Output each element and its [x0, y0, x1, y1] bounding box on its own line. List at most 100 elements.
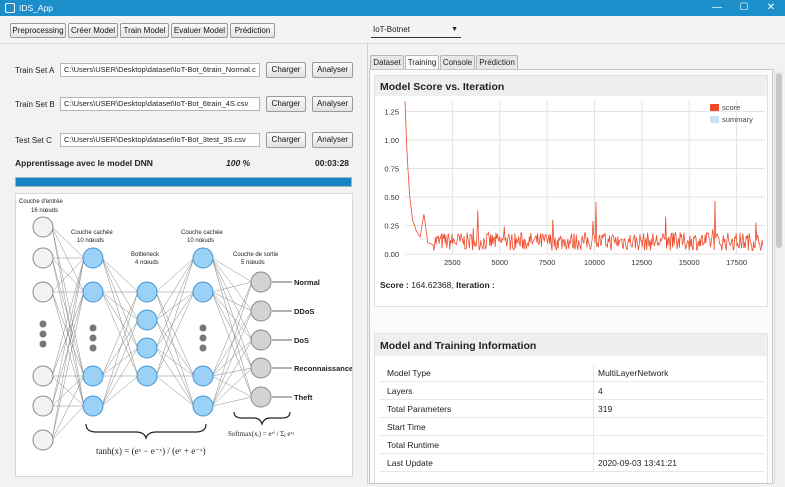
- info-value: MultiLayerNetwork: [598, 368, 669, 378]
- train-a-label: Train Set A: [15, 66, 55, 75]
- hidden2-label: Couche cachée: [181, 230, 223, 236]
- x-tick-label: 2500: [444, 258, 461, 267]
- legend-label: summary: [722, 115, 753, 124]
- ellipsis-dot: [89, 344, 97, 352]
- x-tick-label: 15000: [679, 258, 700, 267]
- pane-scrollbar[interactable]: [774, 69, 783, 484]
- train-model-button[interactable]: Train Model: [120, 23, 169, 38]
- dataset-select-value: IoT-Botnet: [373, 25, 410, 34]
- output-class-label: DoS: [294, 336, 309, 345]
- ellipsis-dot: [89, 324, 97, 332]
- input-nodes-label: 16 nœuds: [31, 208, 58, 214]
- info-table-row: Start Time: [380, 418, 764, 436]
- info-value: 319: [598, 404, 613, 414]
- network-node: [250, 271, 272, 293]
- elapsed-time: 00:03:28: [315, 158, 350, 168]
- network-node: [32, 216, 54, 238]
- analyze-train-a-button[interactable]: Analyser: [312, 62, 353, 78]
- analyze-test-c-button[interactable]: Analyser: [312, 132, 353, 148]
- load-test-c-button[interactable]: Charger: [266, 132, 306, 148]
- hidden2-nodes-label: 10 nœuds: [187, 238, 214, 244]
- network-diagram-svg: Couche d'entrée 16 nœuds Couche cachée 1…: [19, 199, 352, 456]
- x-tick-label: 10000: [584, 258, 605, 267]
- output-nodes-label: 5 nœuds: [241, 260, 265, 266]
- output-class-label: Theft: [294, 393, 313, 402]
- network-node: [32, 395, 54, 417]
- info-value: 2020-09-03 13:41:21: [598, 458, 677, 468]
- analyze-train-b-button[interactable]: Analyser: [312, 96, 353, 112]
- window-title: IDS_App: [19, 3, 54, 13]
- tanh-brace: [85, 423, 207, 440]
- train-b-path-field[interactable]: C:\Users\USER\Desktop\dataset\IoT-Bot_6t…: [60, 97, 260, 111]
- tab-training[interactable]: Training: [405, 55, 439, 70]
- softmax-formula: Softmax(xᵢ) = eˣⁱ / Σⱼ eˣʲ: [228, 430, 294, 438]
- evaluate-model-button[interactable]: Evaluer Model: [171, 23, 228, 38]
- model-info-card: Model and Training Information Model Typ…: [374, 333, 768, 483]
- info-table-row: Layers 4: [380, 382, 764, 400]
- toolbar: Preprocessing Créer Model Train Model Ev…: [0, 16, 785, 44]
- info-table-row: Last Update 2020-09-03 13:41:21: [380, 454, 764, 472]
- tab-dataset[interactable]: Dataset: [370, 55, 404, 69]
- tab-prediction[interactable]: Prédiction: [476, 55, 518, 69]
- test-c-label: Test Set C: [15, 136, 52, 145]
- x-tick-label: 5000: [491, 258, 508, 267]
- title-bar: IDS_App — ☐ ✕: [0, 0, 785, 16]
- progress-percent: 100 %: [226, 158, 251, 168]
- info-table-row: Model Type MultiLayerNetwork: [380, 364, 764, 382]
- y-tick-label: 0.25: [384, 221, 399, 230]
- train-a-path-field[interactable]: C:\Users\USER\Desktop\dataset\IoT-Bot_6t…: [60, 63, 260, 77]
- y-tick-label: 1.00: [384, 136, 399, 145]
- maximize-icon[interactable]: ☐: [731, 0, 757, 16]
- preprocessing-button[interactable]: Preprocessing: [10, 23, 66, 38]
- progress-bar: [15, 177, 352, 187]
- network-node: [250, 386, 272, 408]
- network-node: [136, 281, 158, 303]
- output-layer-label: Couche de sortie: [233, 252, 279, 258]
- scrollbar-thumb[interactable]: [776, 73, 782, 248]
- network-node: [82, 247, 104, 269]
- input-layer-label: Couche d'entrée: [19, 199, 64, 205]
- create-model-button[interactable]: Créer Model: [68, 23, 118, 38]
- minimize-icon[interactable]: —: [704, 0, 730, 16]
- score-label: Score :: [380, 280, 409, 290]
- softmax-brace: [233, 411, 291, 426]
- info-key: Last Update: [387, 458, 433, 468]
- network-node: [32, 281, 54, 303]
- bottleneck-label: Bottleneck: [131, 252, 160, 258]
- network-node: [250, 329, 272, 351]
- score-chart: 0.00 0.25 0.50 0.75 1.00 1.25 2500 5000 7500 1000…: [384, 100, 765, 267]
- prediction-button[interactable]: Prédiction: [230, 23, 275, 38]
- network-node: [82, 365, 104, 387]
- test-c-path-field[interactable]: C:\Users\USER\Desktop\dataset\IoT-Bot_3t…: [60, 133, 260, 147]
- load-train-b-button[interactable]: Charger: [266, 96, 306, 112]
- y-tick-label: 0.00: [384, 250, 399, 259]
- network-node: [250, 357, 272, 379]
- training-status-label: Apprentissage avec le model DNN: [15, 158, 153, 168]
- legend-label: score: [722, 103, 740, 112]
- x-tick-label: 7500: [539, 258, 556, 267]
- splitter[interactable]: [367, 44, 368, 484]
- output-class-label: DDoS: [294, 307, 314, 316]
- load-train-a-button[interactable]: Charger: [266, 62, 306, 78]
- score-readout: Score : 164.62368, Iteration :: [380, 280, 495, 290]
- close-icon[interactable]: ✕: [758, 0, 784, 16]
- ellipsis-dot: [199, 334, 207, 342]
- network-node: [136, 309, 158, 331]
- tab-console[interactable]: Console: [440, 55, 475, 69]
- network-node: [82, 395, 104, 417]
- ellipsis-dot: [39, 340, 47, 348]
- x-tick-label: 17500: [726, 258, 747, 267]
- network-node: [192, 281, 214, 303]
- chevron-down-icon: ▼: [451, 26, 458, 33]
- dataset-select[interactable]: IoT-Botnet ▼: [371, 24, 461, 38]
- chart-card-title: Model Score vs. Iteration: [375, 76, 767, 96]
- ellipsis-dot: [199, 324, 207, 332]
- network-diagram: Couche d'entrée 16 nœuds Couche cachée 1…: [15, 193, 353, 477]
- network-node: [136, 365, 158, 387]
- ellipsis-dot: [39, 320, 47, 328]
- network-node: [32, 429, 54, 451]
- network-node: [192, 365, 214, 387]
- network-node: [82, 281, 104, 303]
- legend-swatch: [710, 116, 719, 123]
- output-class-label: Normal: [294, 278, 320, 287]
